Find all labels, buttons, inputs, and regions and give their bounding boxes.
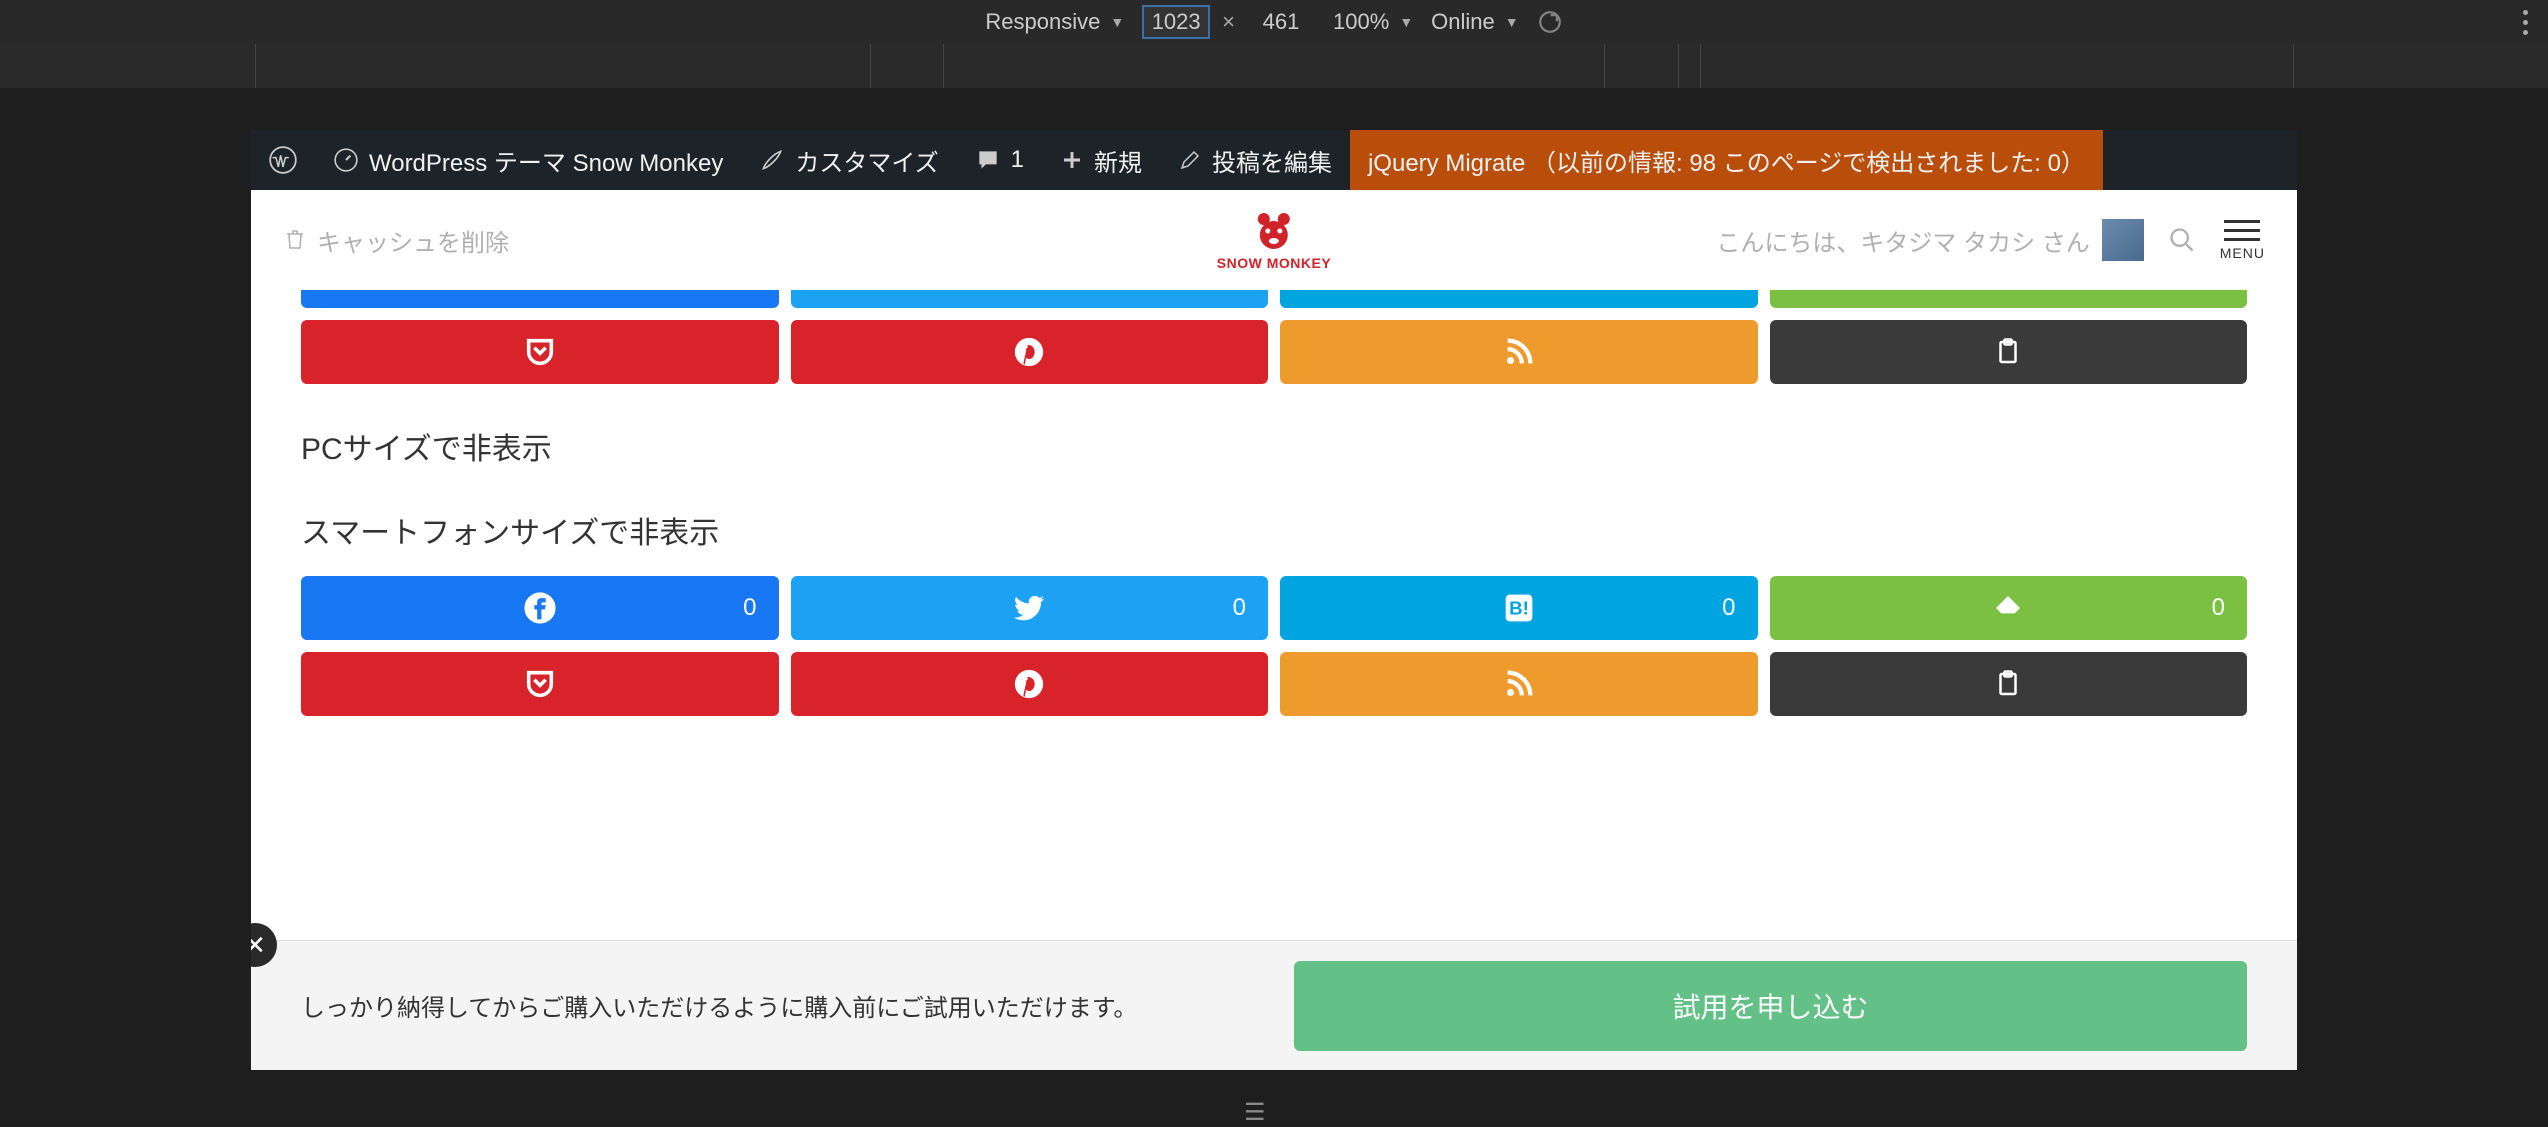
- customize-link[interactable]: カスタマイズ: [741, 130, 956, 190]
- viewport-resize-handle-bottom[interactable]: ☰: [1244, 1098, 1304, 1104]
- pocket-icon: [523, 667, 557, 701]
- banner-text: しっかり納得してからご購入いただけるように購入前にご試用いただけます。: [301, 988, 1254, 1023]
- breakpoint-ruler[interactable]: [0, 44, 2548, 88]
- share-button-pocket[interactable]: [301, 652, 779, 716]
- share-button-rss[interactable]: [1280, 652, 1758, 716]
- share-button-feedly[interactable]: 0: [1770, 576, 2248, 640]
- logo-text: SNOW MONKEY: [1217, 255, 1331, 271]
- page-viewport: WordPress テーマ Snow Monkey カスタマイズ 1: [251, 130, 2297, 1070]
- customize-text: カスタマイズ: [795, 143, 938, 178]
- chevron-down-icon: ▼: [1505, 14, 1519, 30]
- edit-text: 投稿を編集: [1212, 143, 1332, 178]
- wp-admin-bar: WordPress テーマ Snow Monkey カスタマイズ 1: [251, 130, 2297, 190]
- share-button-copy[interactable]: [1770, 652, 2248, 716]
- site-name-text: WordPress テーマ Snow Monkey: [369, 143, 723, 178]
- pinterest-icon: [1012, 667, 1046, 701]
- zoom-dropdown[interactable]: 100% ▼: [1333, 9, 1413, 35]
- menu-button[interactable]: MENU: [2220, 220, 2265, 261]
- share-count: 0: [743, 594, 756, 622]
- trash-icon: [283, 228, 307, 252]
- share-button-facebook[interactable]: 0: [301, 576, 779, 640]
- share-button-copy[interactable]: [1770, 320, 2248, 384]
- brush-icon: [759, 147, 785, 173]
- twitter-icon: [1011, 590, 1047, 626]
- rss-icon: [1502, 335, 1536, 369]
- comment-icon: [975, 147, 1001, 173]
- hamburger-icon: [2224, 220, 2260, 241]
- viewport-width-input[interactable]: [1142, 5, 1210, 39]
- menu-label: MENU: [2220, 245, 2265, 261]
- wp-logo-menu[interactable]: [251, 130, 315, 190]
- share-count: 0: [1233, 594, 1246, 622]
- pinterest-icon: [1012, 335, 1046, 369]
- share-button-twitter[interactable]: [791, 290, 1269, 308]
- comments-link[interactable]: 1: [957, 130, 1042, 190]
- hatena-icon: B!: [1503, 592, 1535, 624]
- gauge-icon: [333, 147, 359, 173]
- user-greeting[interactable]: こんにちは、キタジマ タカシ さん: [1716, 219, 2143, 261]
- chevron-down-icon: ▼: [1399, 14, 1413, 30]
- device-viewport-container: WordPress テーマ Snow Monkey カスタマイズ 1: [0, 88, 2548, 1086]
- jquery-migrate-notice[interactable]: jQuery Migrate （以前の情報: 98 このページで検出されました:…: [1350, 130, 2103, 190]
- share-button-line[interactable]: [1770, 290, 2248, 308]
- device-mode-dropdown[interactable]: Responsive ▼: [985, 9, 1124, 35]
- site-logo[interactable]: SNOW MONKEY: [1217, 209, 1331, 271]
- close-icon: ✕: [251, 930, 266, 961]
- pencil-icon: [1178, 148, 1202, 172]
- more-options-button[interactable]: [2523, 10, 2528, 35]
- new-content-link[interactable]: 新規: [1042, 130, 1160, 190]
- trial-banner: ✕ しっかり納得してからご購入いただけるように購入前にご試用いただけます。 試用…: [251, 940, 2297, 1070]
- share-button-pinterest[interactable]: [791, 320, 1269, 384]
- avatar: [2102, 219, 2144, 261]
- share-count: 0: [1722, 594, 1735, 622]
- plus-icon: [1060, 148, 1084, 172]
- site-header: キャッシュを削除 SNOW MONKEY こんにち: [251, 190, 2297, 290]
- network-label: Online: [1431, 9, 1495, 35]
- pocket-icon: [523, 335, 557, 369]
- share-button-rss[interactable]: [1280, 320, 1758, 384]
- feedly-icon: [1992, 592, 2024, 624]
- monkey-icon: [1252, 209, 1296, 253]
- rotate-icon: [1537, 9, 1563, 35]
- edit-post-link[interactable]: 投稿を編集: [1160, 130, 1350, 190]
- main-content: PCサイズで非表示 スマートフォンサイズで非表示 0 0 B! 0 0: [251, 290, 2297, 940]
- share-button-hatena[interactable]: [1280, 290, 1758, 308]
- comments-count: 1: [1011, 146, 1024, 174]
- share-button-facebook[interactable]: [301, 290, 779, 308]
- viewport-height-input[interactable]: [1247, 7, 1315, 37]
- wordpress-icon: [269, 146, 297, 174]
- cta-label: 試用を申し込む: [1672, 986, 1868, 1026]
- section-label-pc-hidden: PCサイズで非表示: [301, 424, 2247, 468]
- share-count: 0: [2212, 594, 2225, 622]
- new-text: 新規: [1094, 143, 1142, 178]
- share-button-pocket[interactable]: [301, 320, 779, 384]
- svg-text:B!: B!: [1509, 598, 1529, 619]
- cache-delete-text: キャッシュを削除: [317, 223, 509, 258]
- share-button-hatena[interactable]: B! 0: [1280, 576, 1758, 640]
- greeting-text: こんにちは、キタジマ タカシ さん: [1716, 223, 2089, 258]
- rotate-button[interactable]: [1537, 9, 1563, 35]
- facebook-icon: [523, 591, 557, 625]
- jquery-text: jQuery Migrate （以前の情報: 98 このページで検出されました:…: [1368, 143, 2085, 178]
- network-dropdown[interactable]: Online ▼: [1431, 9, 1518, 35]
- rss-icon: [1502, 667, 1536, 701]
- trial-cta-button[interactable]: 試用を申し込む: [1294, 961, 2247, 1051]
- section-label-sp-hidden: スマートフォンサイズで非表示: [301, 508, 2247, 552]
- site-name-link[interactable]: WordPress テーマ Snow Monkey: [315, 130, 741, 190]
- device-mode-label: Responsive: [985, 9, 1100, 35]
- share-button-twitter[interactable]: 0: [791, 576, 1269, 640]
- devtools-toolbar: Responsive ▼ × 100% ▼ Online ▼: [0, 0, 2548, 44]
- search-icon[interactable]: [2168, 226, 2196, 254]
- cache-delete-link[interactable]: キャッシュを削除: [283, 223, 509, 258]
- clipboard-icon: [1993, 669, 2023, 699]
- share-button-pinterest[interactable]: [791, 652, 1269, 716]
- chevron-down-icon: ▼: [1110, 14, 1124, 30]
- dimension-separator: ×: [1222, 9, 1235, 35]
- clipboard-icon: [1993, 337, 2023, 367]
- zoom-label: 100%: [1333, 9, 1389, 35]
